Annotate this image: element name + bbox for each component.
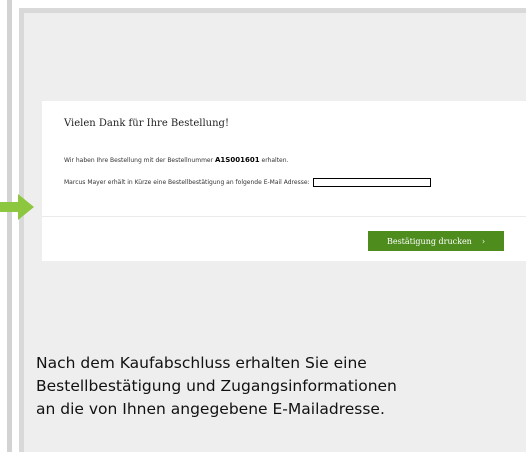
caption-text: Nach dem Kaufabschluss erhalten Sie eine… — [36, 352, 526, 421]
print-confirmation-button[interactable]: Bestätigung drucken › — [368, 231, 504, 251]
order-number: A1S001601 — [215, 156, 260, 164]
order-text-before: Wir haben Ihre Bestellung mit der Bestel… — [64, 157, 214, 164]
email-notice-text: Marcus Mayer erhält in Kürze eine Bestel… — [64, 179, 310, 186]
print-button-label: Bestätigung drucken — [386, 236, 472, 246]
arrow-right-icon — [0, 194, 34, 220]
confirmation-title: Vielen Dank für Ihre Bestellung! — [64, 118, 229, 129]
caption-line-1: Nach dem Kaufabschluss erhalten Sie eine — [36, 354, 367, 372]
order-confirmation-card: Vielen Dank für Ihre Bestellung! Wir hab… — [42, 101, 526, 261]
card-divider — [42, 216, 526, 217]
caption-line-2: Bestellbestätigung und Zugangsinformatio… — [36, 377, 397, 395]
order-text-after: erhalten. — [261, 157, 289, 164]
left-divider — [7, 0, 12, 452]
order-number-text: Wir haben Ihre Bestellung mit der Bestel… — [64, 156, 288, 164]
caption-line-3: an die von Ihnen angegebene E-Mailadress… — [36, 400, 385, 418]
redacted-email-box — [312, 178, 431, 187]
chevron-right-icon: › — [481, 236, 486, 246]
email-notice: Marcus Mayer erhält in Kürze eine Bestel… — [64, 178, 431, 187]
